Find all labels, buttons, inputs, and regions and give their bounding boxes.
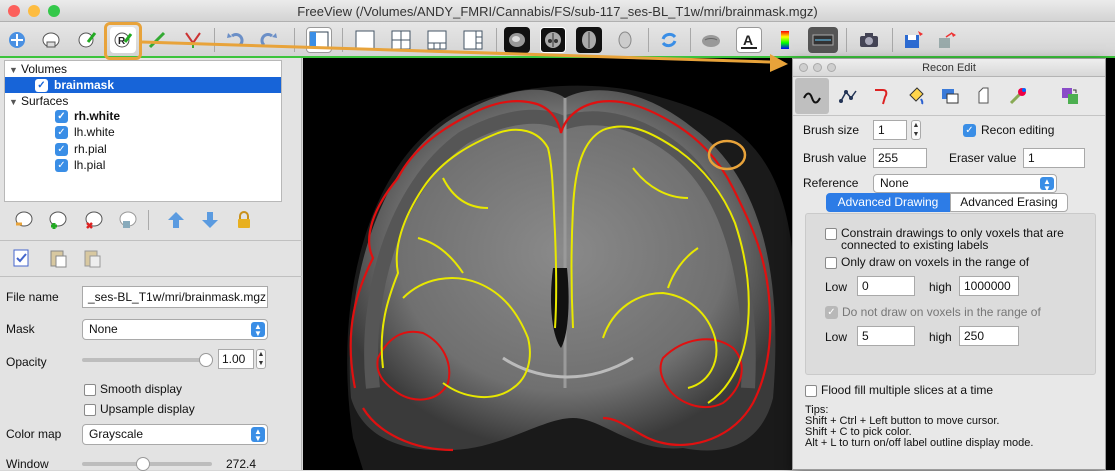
callout-arrow xyxy=(141,40,788,72)
